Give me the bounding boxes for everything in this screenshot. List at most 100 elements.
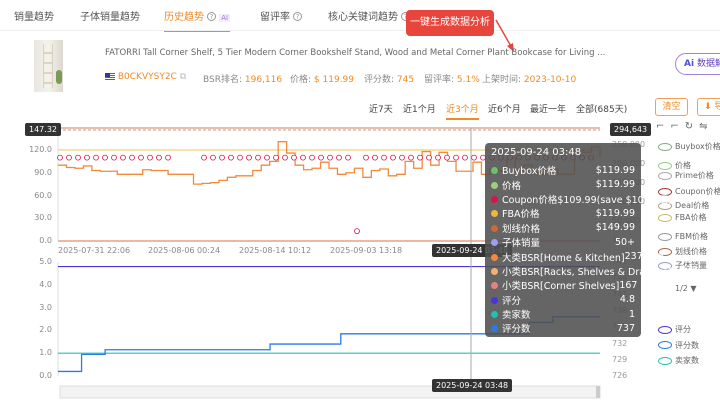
- coupon-point: [156, 154, 162, 161]
- legend-item[interactable]: 划线价格: [658, 246, 707, 257]
- coupon-point: [291, 154, 297, 161]
- coupon-point: [93, 154, 99, 161]
- tooltip-label: FBA价格: [502, 209, 540, 221]
- coupon-point: [219, 154, 225, 161]
- tooltip-label: Coupon价格: [502, 194, 558, 206]
- swap-icon[interactable]: ⇋: [699, 121, 707, 132]
- legend-item[interactable]: 评分数: [658, 340, 699, 351]
- right-y-tick: 732: [612, 338, 628, 348]
- legend-marker-icon: [658, 171, 672, 180]
- coupon-point: [120, 154, 126, 161]
- legend-marker-icon: [658, 142, 672, 151]
- legend-item[interactable]: Buybox价格: [658, 141, 720, 152]
- tooltip-value: $149.99: [595, 222, 635, 234]
- legend-label: FBM价格: [675, 232, 708, 241]
- coupon-point: [264, 154, 270, 161]
- zoom-slider: [59, 385, 601, 399]
- tooltip-label: 划线价格: [502, 223, 541, 235]
- series-dot-icon: [491, 253, 498, 261]
- coupon-point: [66, 154, 72, 161]
- legend-label: Coupon价格: [675, 187, 720, 196]
- tooltip-row: 评分 4.8: [491, 293, 635, 307]
- tooltip-row: 卖家数 1: [491, 307, 635, 321]
- right-y-tick: 726: [612, 371, 628, 381]
- coupon-point: [228, 154, 234, 161]
- coupon-point: [201, 154, 207, 161]
- legend-label: FBA价格: [675, 213, 707, 222]
- tooltip-label: 价格: [502, 180, 522, 192]
- coupon-point: [363, 154, 369, 161]
- crop-icon[interactable]: ⌐: [656, 121, 664, 132]
- legend-item[interactable]: FBM价格: [658, 231, 708, 242]
- tooltip-label: Buybox价格: [502, 166, 557, 178]
- legend-item[interactable]: Prime价格: [658, 170, 714, 181]
- legend-label: 评分数: [675, 340, 699, 350]
- coupon-point: [165, 154, 171, 161]
- legend-marker-icon: [658, 341, 672, 349]
- series-dot-icon: [491, 239, 498, 247]
- legend-label: 划线价格: [675, 247, 707, 256]
- legend-marker-icon: [658, 213, 672, 222]
- legend-item[interactable]: 评分: [658, 324, 691, 335]
- tooltip-row: 小类BSR[Corner Shelves] 167: [491, 278, 637, 292]
- y-tick: 120.0: [29, 145, 52, 155]
- coupon-point: [318, 154, 324, 161]
- coupon-point: [300, 154, 306, 161]
- coupon-point: [381, 154, 387, 161]
- tooltip-row: 划线价格 $149.99: [491, 221, 635, 235]
- coupon-point: [102, 154, 108, 161]
- coupon-point: [354, 228, 360, 235]
- tooltip-row: 子体销量 50+: [491, 235, 635, 249]
- legend-label: Deal价格: [675, 201, 710, 210]
- series-dot-icon: [491, 181, 498, 189]
- legend-label: Buybox价格: [675, 142, 720, 151]
- legend-item[interactable]: FBA价格: [658, 212, 707, 223]
- series-dot-icon: [491, 195, 498, 203]
- y-tick: 90.0: [34, 167, 52, 177]
- tooltip-label: 卖家数: [502, 310, 531, 322]
- coupon-point: [273, 154, 279, 161]
- series-dot-icon: [491, 210, 498, 218]
- tooltip-value: 737: [616, 322, 635, 334]
- coupon-point: [453, 154, 459, 161]
- tooltip-value: 4.8: [619, 294, 635, 306]
- x-tick: 2025-08-06 00:24: [148, 246, 221, 255]
- y-max-label: 147.32: [25, 123, 61, 136]
- y-tick: 5.0: [39, 257, 52, 266]
- tooltip-row: 小类BSR[Racks, Shelves & Drawers] 2,435: [491, 264, 698, 278]
- coupon-point: [309, 154, 315, 161]
- series-dot-icon: [491, 282, 498, 290]
- refresh-icon[interactable]: ↻: [685, 121, 693, 132]
- tooltip-value: 237,116: [624, 251, 664, 263]
- tooltip-row: 评分数 737: [491, 321, 635, 335]
- legend-marker-icon: [658, 232, 672, 241]
- legend-marker-icon: [658, 356, 672, 365]
- coupon-point: [462, 154, 468, 161]
- series-dot-icon: [491, 267, 498, 275]
- coupon-point: [210, 154, 216, 161]
- y-tick: 3.0: [39, 302, 52, 312]
- tooltip-label: 评分数: [502, 324, 531, 336]
- coupon-point: [435, 154, 441, 161]
- legend-marker-icon: [658, 325, 672, 334]
- coupon-point: [390, 154, 396, 161]
- series-dot-icon: [491, 224, 498, 232]
- y-tick: 0.0: [39, 236, 52, 245]
- legend-marker-icon: [658, 161, 672, 170]
- coupon-point: [417, 154, 423, 161]
- right-y-tick: 729: [612, 354, 628, 364]
- tooltip-row: Buybox价格 $119.99: [491, 163, 635, 177]
- y-tick: 2.0: [39, 325, 52, 335]
- tooltip-row: 价格 $119.99: [491, 177, 635, 192]
- tooltip-row: 大类BSR[Home & Kitchen] 237,116: [491, 249, 664, 264]
- y-tick: 1.0: [39, 348, 52, 358]
- legend-item[interactable]: 卖家数: [658, 355, 699, 366]
- legend-pager[interactable]: 1/2 ▼: [675, 284, 697, 293]
- coupon-point: [237, 154, 243, 161]
- legend-label: Prime价格: [675, 171, 714, 180]
- coupon-point: [444, 154, 450, 161]
- tooltip-row: FBA价格 $119.99: [491, 206, 635, 220]
- coupon-point: [246, 154, 252, 161]
- tooltip-value: 1: [628, 308, 635, 320]
- crop-reset-icon[interactable]: ⌐: [670, 121, 678, 132]
